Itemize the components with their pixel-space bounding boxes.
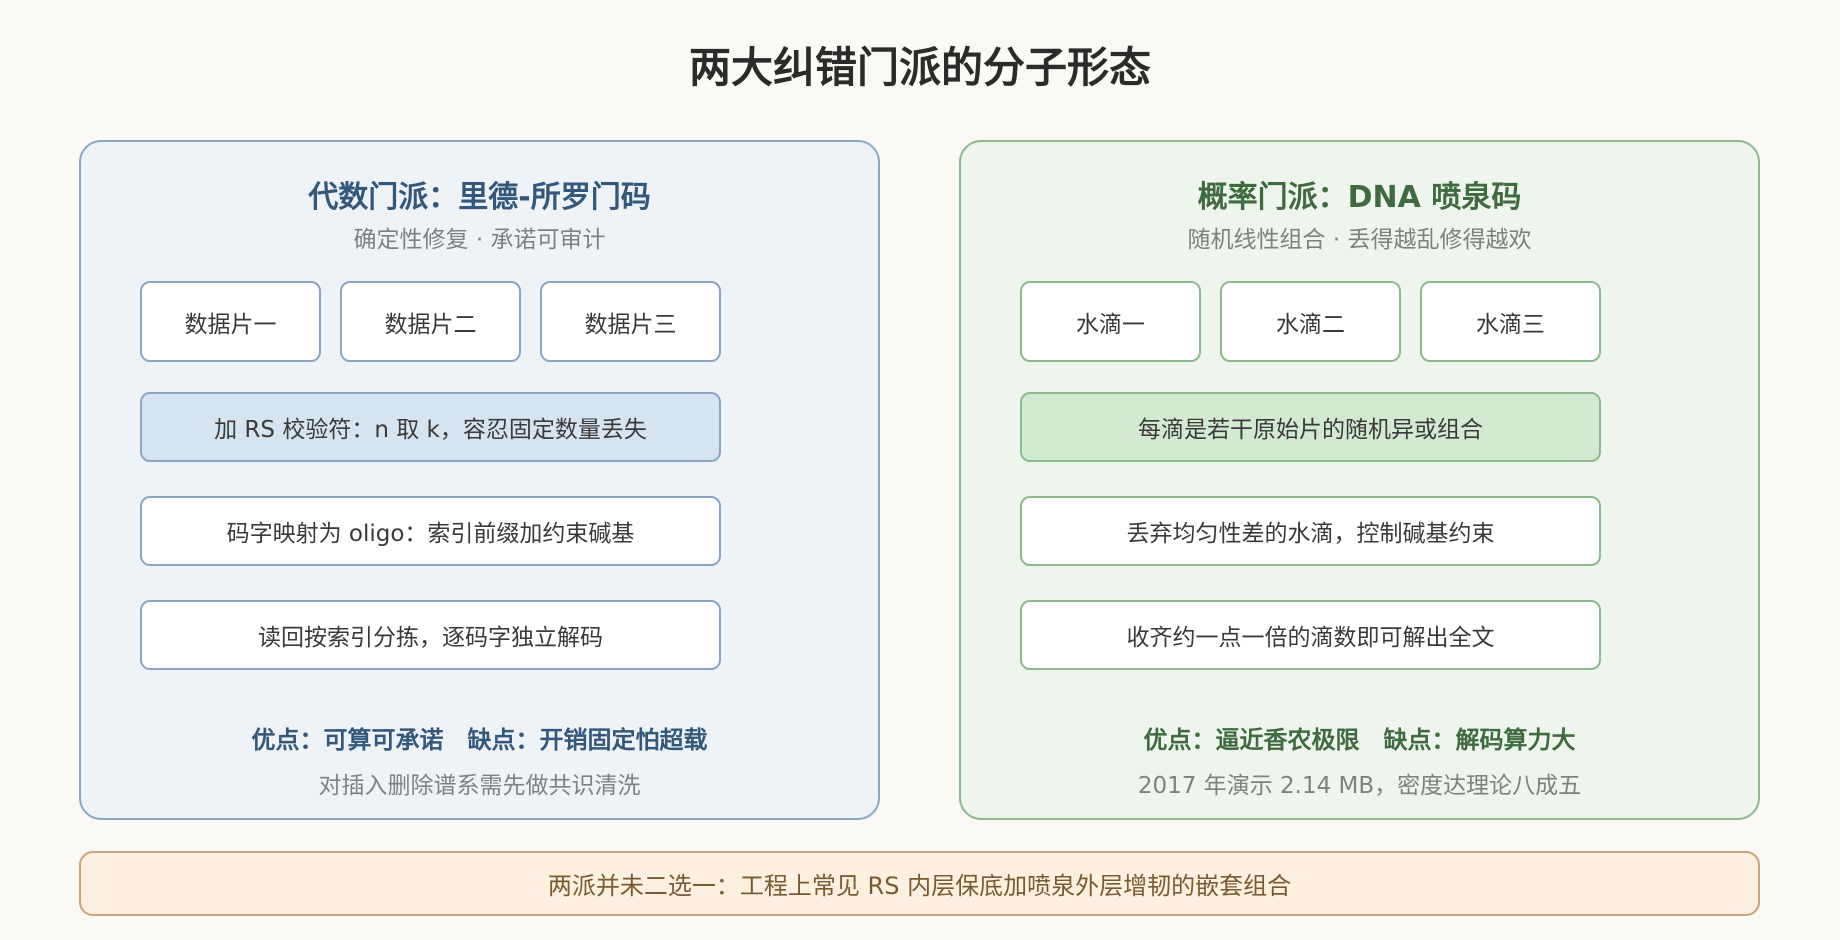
step-box-1: 每滴是若干原始片的随机异或组合: [1020, 392, 1601, 462]
data-chip-2: 数据片二: [340, 281, 521, 362]
panel-subtitle: 随机线性组合 · 丢得越乱修得越欢: [1187, 227, 1532, 253]
panel-title: 概率门派：DNA 喷泉码: [1197, 180, 1522, 215]
page-title: 两大纠错门派的分子形态: [688, 43, 1151, 92]
droplet-chip-1: 水滴一: [1020, 281, 1201, 362]
pros-cons-line: 优点：逼近香农极限 缺点：解码算力大: [961, 720, 1758, 755]
cons-text: 缺点：开销固定怕超载: [467, 726, 708, 754]
step-box-2: 码字映射为 oligo：索引前缀加约束碱基: [140, 496, 721, 566]
diagram-page: 两大纠错门派的分子形态 代数门派：里德-所罗门码 确定性修复 · 承诺可审计 数…: [0, 0, 1840, 940]
step-box-2: 丢弃均匀性差的水滴，控制碱基约束: [1020, 496, 1601, 566]
step-box-1: 加 RS 校验符：n 取 k，容忍固定数量丢失: [140, 392, 721, 462]
data-chip-3: 数据片三: [540, 281, 721, 362]
cons-text: 缺点：解码算力大: [1383, 726, 1576, 754]
summary-banner: 两派并未二选一：工程上常见 RS 内层保底加喷泉外层增韧的嵌套组合: [79, 851, 1760, 916]
panel-subtitle: 确定性修复 · 承诺可审计: [353, 227, 606, 253]
algebraic-school-panel: 代数门派：里德-所罗门码 确定性修复 · 承诺可审计 数据片一 数据片二 数据片…: [79, 140, 880, 820]
pros-text: 优点：可算可承诺: [251, 726, 444, 754]
panel-title: 代数门派：里德-所罗门码: [308, 180, 651, 215]
pros-cons-line: 优点：可算可承诺 缺点：开销固定怕超载: [81, 720, 878, 755]
probabilistic-school-panel: 概率门派：DNA 喷泉码 随机线性组合 · 丢得越乱修得越欢 水滴一 水滴二 水…: [959, 140, 1760, 820]
droplet-chip-2: 水滴二: [1220, 281, 1401, 362]
step-box-3: 读回按索引分拣，逐码字独立解码: [140, 600, 721, 670]
step-box-3: 收齐约一点一倍的滴数即可解出全文: [1020, 600, 1601, 670]
droplet-chip-3: 水滴三: [1420, 281, 1601, 362]
panel-note: 2017 年演示 2.14 MB，密度达理论八成五: [1137, 773, 1582, 799]
pros-text: 优点：逼近香农极限: [1143, 726, 1360, 754]
data-chip-1: 数据片一: [140, 281, 321, 362]
panel-note: 对插入删除谱系需先做共识清洗: [318, 773, 641, 799]
